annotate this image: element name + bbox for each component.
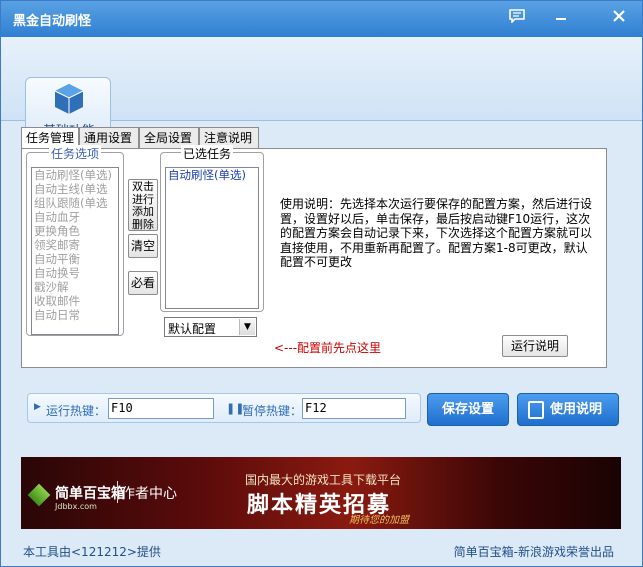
must-read-button[interactable]: 必看 — [128, 271, 158, 295]
close-button[interactable] — [609, 9, 629, 29]
window-title: 黑金自动刷怪 — [13, 14, 92, 29]
run-hotkey-input[interactable]: F10 — [108, 398, 214, 419]
list-item[interactable]: 自动刷怪(单选) — [32, 168, 118, 182]
box-logo-icon — [27, 483, 51, 507]
play-arrow-icon: ▶ — [34, 402, 41, 412]
cube-icon — [52, 82, 86, 119]
task-options-group: 任务选项 自动刷怪(单选) 自动主线(单选 组队跟随(单选 自动血牙 更换角色 … — [26, 145, 124, 336]
footer-provider: 本工具由<121212>提供 — [23, 545, 161, 559]
clear-button[interactable]: 清空 — [128, 234, 158, 258]
banner-divider — [117, 481, 118, 503]
promo-banner[interactable]: 简单百宝箱 Jdbbx.com 作者中心 国内最大的游戏工具下载平台 脚本精英招… — [21, 457, 621, 529]
config-select[interactable]: 默认配置 ▼ — [164, 317, 257, 337]
run-hotkey-label: 运行热键： — [46, 404, 107, 418]
list-item[interactable]: 自动日常 — [32, 308, 118, 322]
banner-subline: 期待您的加盟 — [349, 515, 409, 526]
task-options-legend: 任务选项 — [49, 145, 102, 162]
pause-hotkey-label: 暂停热键： — [242, 404, 303, 418]
list-item[interactable]: 领奖邮寄 — [32, 238, 118, 252]
pause-hotkey-input[interactable]: F12 — [302, 398, 406, 419]
selected-tasks-group: 已选任务 自动刷怪(单选) — [160, 145, 264, 312]
config-hint: <---配置前先点这里 — [274, 341, 382, 355]
save-settings-button[interactable]: 保存设置 — [427, 393, 509, 426]
user-manual-label: 使用说明 — [550, 402, 603, 417]
document-icon — [528, 401, 544, 419]
minimize-button[interactable] — [551, 9, 571, 29]
list-item[interactable]: 更换角色 — [32, 224, 118, 238]
add-remove-button[interactable]: 双击进行添加删除 — [128, 179, 158, 231]
banner-slogan: 国内最大的游戏工具下载平台 — [245, 473, 402, 487]
banner-logo-sub: Jdbbx.com — [55, 502, 97, 511]
main-panel: 任务管理 通用设置 全局设置 注意说明 任务选项 自动刷怪(单选) 自动主线(单… — [15, 121, 611, 381]
user-manual-button[interactable]: 使用说明 — [517, 393, 619, 426]
hotkey-bar: ▶ 运行热键： F10 ❚❚ 暂停热键： F12 — [27, 393, 421, 423]
usage-description: 使用说明：先选择本次运行要保存的配置方案，然后进行设置，设置好以后，单击保存，最… — [280, 197, 593, 269]
title-bar: 黑金自动刷怪 — [1, 1, 642, 37]
list-item[interactable]: 自动换号 — [32, 266, 118, 280]
list-item[interactable]: 自动血牙 — [32, 210, 118, 224]
banner-author-center: 作者中心 — [121, 486, 177, 502]
list-item[interactable]: 自动平衡 — [32, 252, 118, 266]
chevron-down-icon[interactable]: ▼ — [239, 319, 255, 335]
header-ribbon: 基础功能 — [1, 37, 642, 145]
app-window: 黑金自动刷怪 基础功能 任务管理 通用设 — [0, 0, 643, 567]
list-item[interactable]: 戳沙解 — [32, 280, 118, 294]
banner-logo-text: 简单百宝箱 — [55, 486, 125, 502]
footer-publisher: 简单百宝箱-新浪游戏荣誉出品 — [453, 545, 614, 559]
selected-tasks-legend: 已选任务 — [181, 145, 234, 162]
list-item[interactable]: 自动刷怪(单选) — [166, 168, 258, 182]
config-select-value: 默认配置 — [168, 322, 217, 336]
run-help-button[interactable]: 运行说明 — [502, 335, 568, 357]
list-item[interactable]: 组队跟随(单选 — [32, 196, 118, 210]
list-item[interactable]: 自动主线(单选 — [32, 182, 118, 196]
list-item[interactable]: 收取邮件 — [32, 294, 118, 308]
task-options-list[interactable]: 自动刷怪(单选) 自动主线(单选 组队跟随(单选 自动血牙 更换角色 领奖邮寄 … — [31, 167, 119, 335]
selected-tasks-list[interactable]: 自动刷怪(单选) — [165, 167, 259, 309]
feedback-icon[interactable] — [507, 9, 527, 29]
task-management-page: 任务选项 自动刷怪(单选) 自动主线(单选 组队跟随(单选 自动血牙 更换角色 … — [21, 145, 607, 368]
